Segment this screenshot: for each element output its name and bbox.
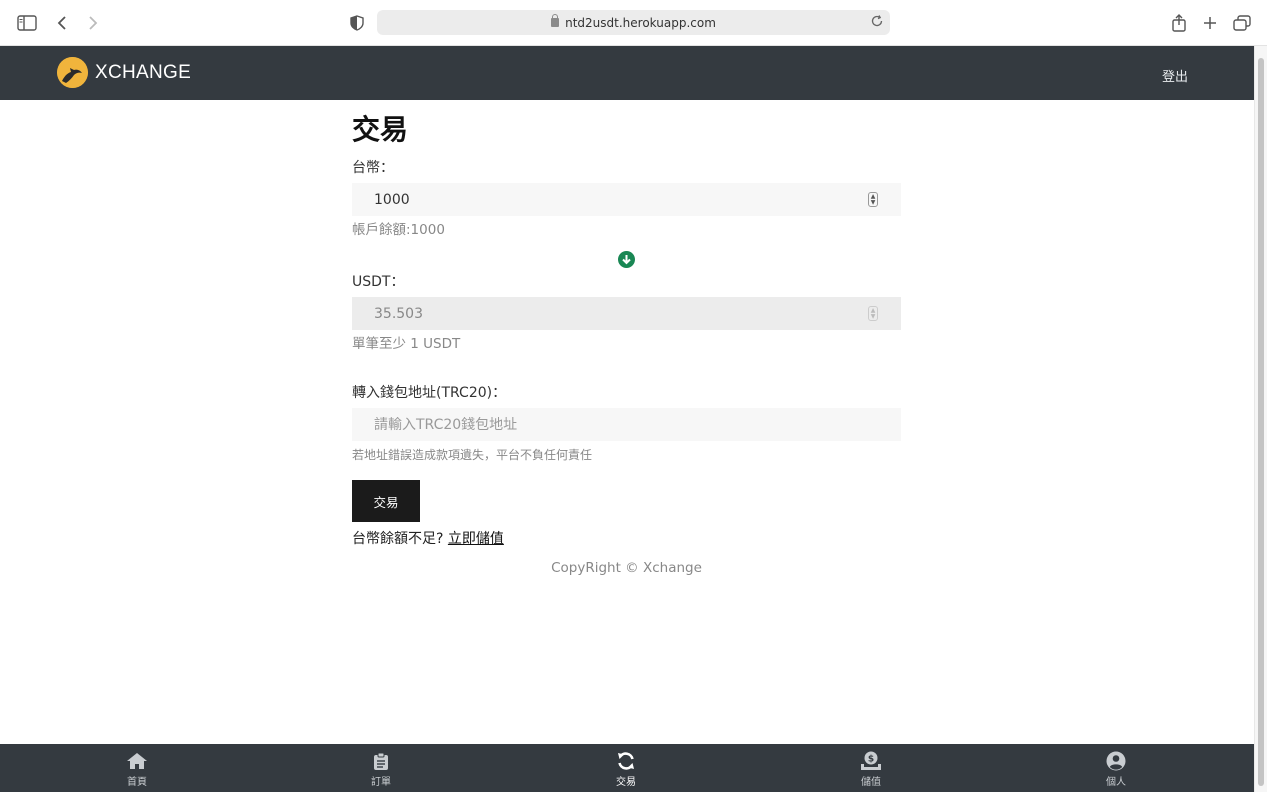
sync-icon <box>615 751 637 771</box>
scrollbar-thumb[interactable] <box>1258 58 1264 786</box>
lock-icon <box>551 14 560 27</box>
nav-label: 訂單 <box>371 777 391 788</box>
twd-label: 台幣： <box>352 160 394 176</box>
insufficient-balance-text: 台幣餘額不足? <box>352 531 444 547</box>
usdt-label: USDT： <box>352 274 405 290</box>
nav-item-deposit[interactable]: $ 儲值 <box>821 744 921 792</box>
wallet-warning: 若地址錯誤造成款項遺失，平台不負任何責任 <box>352 448 593 462</box>
page-scrollbar[interactable] <box>1254 46 1267 792</box>
share-icon[interactable] <box>1168 12 1190 34</box>
nav-item-profile[interactable]: 個人 <box>1066 744 1166 792</box>
topup-link[interactable]: 立即儲值 <box>448 531 504 547</box>
nav-item-orders[interactable]: 訂單 <box>331 744 431 792</box>
wallet-label: 轉入錢包地址(TRC20)： <box>352 385 507 401</box>
twd-amount-value[interactable]: 1000 <box>374 192 410 208</box>
nav-item-trade[interactable]: 交易 <box>576 744 676 792</box>
back-icon[interactable] <box>51 12 73 34</box>
page-title: 交易 <box>352 113 409 146</box>
twd-amount-input[interactable]: 1000 ▲ ▼ <box>352 183 901 216</box>
privacy-shield-icon[interactable] <box>346 12 368 34</box>
insufficient-balance-line: 台幣餘額不足? 立即儲值 <box>352 528 504 548</box>
wallet-address-field[interactable] <box>352 408 901 441</box>
deposit-icon: $ <box>860 751 882 771</box>
clipboard-icon <box>370 751 392 771</box>
wallet-address-input[interactable] <box>374 416 854 433</box>
logout-link[interactable]: 登出 <box>1162 66 1188 85</box>
number-spinner-icon[interactable]: ▲ ▼ <box>868 192 878 207</box>
brand-name[interactable]: XCHANGE <box>95 62 191 84</box>
usdt-minimum-help: 單筆至少 1 USDT <box>352 336 461 352</box>
address-bar[interactable]: ntd2usdt.herokuapp.com <box>377 10 890 35</box>
url-text: ntd2usdt.herokuapp.com <box>565 15 716 30</box>
account-balance: 帳戶餘額:1000 <box>352 222 445 238</box>
home-icon <box>126 751 148 771</box>
nav-label: 首頁 <box>127 777 147 788</box>
nav-item-home[interactable]: 首頁 <box>87 744 187 792</box>
user-icon <box>1105 751 1127 771</box>
sidebar-toggle-icon[interactable] <box>16 12 38 34</box>
usdt-amount-input: 35.503 ▲ ▼ <box>352 297 901 330</box>
forward-icon[interactable] <box>82 12 104 34</box>
svg-text:$: $ <box>868 755 874 765</box>
bottom-nav: 首頁 訂單 交易 $ 儲值 個人 <box>0 744 1254 792</box>
tabs-overview-icon[interactable] <box>1231 12 1253 34</box>
new-tab-icon[interactable] <box>1199 12 1221 34</box>
usdt-amount-value: 35.503 <box>374 305 423 322</box>
nav-label: 交易 <box>616 777 636 788</box>
copyright: CopyRight © Xchange <box>551 560 702 576</box>
logo-icon[interactable] <box>57 57 88 88</box>
nav-label: 儲值 <box>861 777 881 788</box>
app-navbar: XCHANGE 登出 <box>0 46 1254 100</box>
trade-submit-button[interactable]: 交易 <box>352 480 420 522</box>
nav-label: 個人 <box>1106 777 1126 788</box>
browser-toolbar: ntd2usdt.herokuapp.com <box>0 0 1267 46</box>
number-spinner-icon: ▲ ▼ <box>868 306 878 321</box>
arrow-down-circle-icon <box>618 251 635 268</box>
reload-icon[interactable] <box>870 14 884 31</box>
